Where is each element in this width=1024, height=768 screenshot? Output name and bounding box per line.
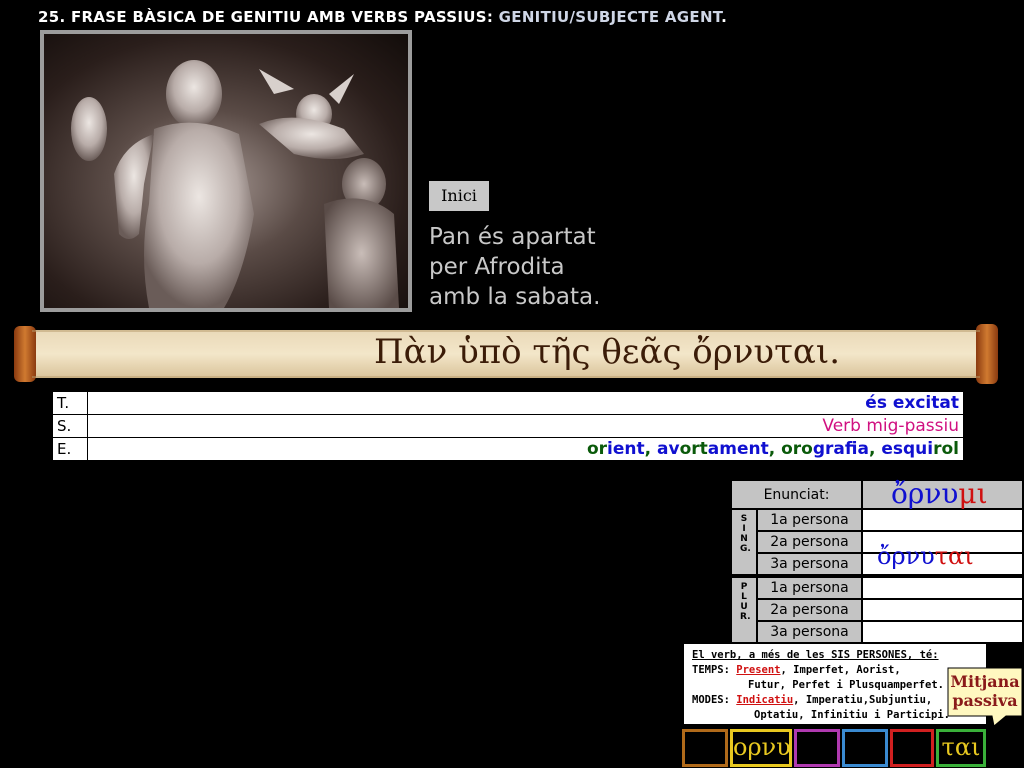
plur-2a-label: 2a persona xyxy=(757,599,862,621)
ending-button-4[interactable] xyxy=(842,729,888,767)
enunciat-value: ὄρνυμι xyxy=(891,476,988,512)
ending-button-5[interactable] xyxy=(890,729,934,767)
e-part-3: av xyxy=(657,439,680,459)
table-row-e: E. orient, avortament, orografia, esquir… xyxy=(52,437,964,461)
plur-1a-value[interactable] xyxy=(862,577,1023,599)
t-label: T. xyxy=(52,391,88,415)
t-value: és excitat xyxy=(87,391,964,415)
plur-label: P L U R. xyxy=(731,577,757,643)
e-part-9: , xyxy=(868,439,882,459)
enunciat-ending: μι xyxy=(958,477,988,510)
info-temps: TEMPS: Present, Imperfet, Aorist, xyxy=(692,664,901,676)
modes-active[interactable]: Indicatiu xyxy=(736,694,793,706)
e-part-5: ament xyxy=(707,439,769,459)
enunciat-stem: ὄρνυ xyxy=(891,477,959,510)
sing-3a-text: ὄρνυται xyxy=(877,538,974,574)
e-part-2: , xyxy=(644,439,657,459)
table-row-s: S. Verb mig-passiu xyxy=(52,414,964,438)
info-temps-2: Futur, Perfet i Plusquamperfet. xyxy=(748,679,944,691)
analysis-table: T. és excitat S. Verb mig-passiu E. orie… xyxy=(52,391,964,461)
sentence-line-2: per Afrodita xyxy=(429,254,565,280)
title-highlight: GENITIU/SUBJECTE AGENT xyxy=(498,8,722,26)
e-part-7: oro xyxy=(781,439,813,459)
e-part-8: grafia xyxy=(812,439,869,459)
e-part-11: rol xyxy=(933,439,959,459)
e-part-1: ient xyxy=(607,439,645,459)
sing-2a-label: 2a persona xyxy=(757,531,862,553)
sentence-line-3: amb la sabata. xyxy=(429,284,601,310)
page-title: 25. FRASE BÀSICA DE GENITIU AMB VERBS PA… xyxy=(38,8,727,26)
e-part-10: esqui xyxy=(881,439,934,459)
e-part-4: ort xyxy=(679,439,708,459)
info-modes: MODES: Indicatiu, Imperatiu,Subjuntiu, xyxy=(692,694,933,706)
ending-button-tai[interactable]: ται xyxy=(936,729,986,767)
sing-3a-stem: ὄρνυ xyxy=(877,542,935,570)
verb-info-box: El verb, a més de les SIS PERSONES, té: … xyxy=(683,643,987,725)
mitjana-passiva-badge: Mitjana passiva xyxy=(946,666,1024,728)
info-modes-2: Optatiu, Infinitiu i Participi. xyxy=(754,709,950,721)
conjugation-box: Enunciat: ὄρνυμι S I N G. 1a persona 2a … xyxy=(731,477,1023,643)
e-part-0: or xyxy=(586,439,608,459)
inici-button[interactable]: Inici xyxy=(429,181,489,211)
plur-1a-label: 1a persona xyxy=(757,577,862,599)
statue-photo xyxy=(40,30,412,312)
e-label: E. xyxy=(52,437,88,461)
plur-2a-value[interactable] xyxy=(862,599,1023,621)
e-part-6: , xyxy=(768,439,782,459)
ending-button-1[interactable] xyxy=(682,729,728,767)
s-label: S. xyxy=(52,414,88,438)
title-end: . xyxy=(721,8,728,26)
sing-3a-value[interactable]: ὄρνυται xyxy=(862,542,1023,575)
greek-sentence: Πὰν ὑπὸ τῆς θεᾶς ὄρνυται. xyxy=(374,332,841,372)
title-main: 25. FRASE BÀSICA DE GENITIU AMB VERBS PA… xyxy=(38,8,499,26)
enunciat-label: Enunciat: xyxy=(731,480,862,509)
sing-1a-value[interactable] xyxy=(862,509,1023,531)
enunciat-cell: ὄρνυμι xyxy=(862,477,1023,510)
sing-label: S I N G. xyxy=(731,509,757,575)
temps-active[interactable]: Present xyxy=(736,664,780,676)
stem-button[interactable]: ορνυ xyxy=(730,729,792,767)
badge-text: Mitjana passiva xyxy=(950,672,1020,710)
s-value: Verb mig-passiu xyxy=(87,414,964,438)
info-line-1: El verb, a més de les SIS PERSONES, té: xyxy=(692,649,939,661)
plur-3a-label: 3a persona xyxy=(757,621,862,643)
sing-3a-ending: ται xyxy=(934,542,974,570)
sing-1a-label: 1a persona xyxy=(757,509,862,531)
sing-3a-label: 3a persona xyxy=(757,553,862,575)
table-row-t: T. és excitat xyxy=(52,391,964,415)
ending-button-3[interactable] xyxy=(794,729,840,767)
catalan-sentence: Pan és apartat per Afrodita amb la sabat… xyxy=(429,222,649,312)
sentence-line-1: Pan és apartat xyxy=(429,224,596,250)
plur-3a-value[interactable] xyxy=(862,621,1023,643)
e-value: orient, avortament, orografia, esquirol xyxy=(87,437,964,461)
